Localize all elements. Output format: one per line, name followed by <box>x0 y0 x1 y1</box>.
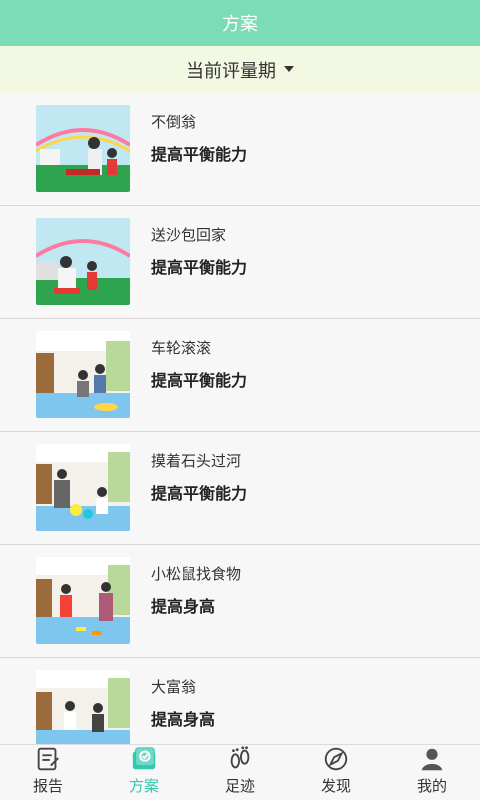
activity-title: 送沙包回家 <box>151 226 227 244</box>
list-item[interactable]: 大富翁 提高身高 <box>0 658 480 745</box>
plan-icon <box>132 747 156 770</box>
activity-goal: 提高平衡能力 <box>151 258 248 277</box>
activity-title: 车轮滚滚 <box>151 339 212 357</box>
activity-thumbnail <box>36 557 130 644</box>
plan-list[interactable]: 不倒翁 提高平衡能力 送沙包回家 提高平衡能力 车轮滚滚 提高平衡能力 摸着石头… <box>0 93 480 745</box>
activity-goal: 提高平衡能力 <box>151 371 248 390</box>
activity-thumbnail <box>36 331 130 418</box>
caret-down-icon <box>284 65 294 72</box>
activity-title: 摸着石头过河 <box>151 452 242 470</box>
profile-icon <box>421 748 443 771</box>
activity-title: 不倒翁 <box>151 113 197 131</box>
nav-label: 报告 <box>32 777 63 795</box>
period-selector-label: 当前评量期 <box>186 60 276 82</box>
activity-title: 小松鼠找食物 <box>151 565 242 583</box>
discover-icon <box>324 747 348 771</box>
activity-thumbnail <box>36 218 130 305</box>
activity-thumbnail <box>36 670 130 745</box>
nav-label: 足迹 <box>224 777 255 795</box>
nav-tab-profile[interactable]: 我的 <box>384 745 480 800</box>
list-item[interactable]: 小松鼠找食物 提高身高 <box>0 545 480 658</box>
bottom-navigation: 报告 方案 足迹 发现 我的 <box>0 744 480 800</box>
nav-label: 方案 <box>128 777 159 795</box>
nav-tab-report[interactable]: 报告 <box>0 745 96 800</box>
list-item[interactable]: 不倒翁 提高平衡能力 <box>0 93 480 206</box>
activity-goal: 提高身高 <box>151 597 216 616</box>
activity-goal: 提高身高 <box>151 710 216 729</box>
footprint-icon <box>230 746 250 769</box>
period-selector[interactable]: 当前评量期 <box>0 46 480 93</box>
nav-tab-footprint[interactable]: 足迹 <box>192 745 288 800</box>
nav-label: 我的 <box>416 777 447 795</box>
list-item[interactable]: 摸着石头过河 提高平衡能力 <box>0 432 480 545</box>
nav-tab-plan[interactable]: 方案 <box>96 745 192 800</box>
list-item[interactable]: 车轮滚滚 提高平衡能力 <box>0 319 480 432</box>
page-title: 方案 <box>222 14 258 35</box>
nav-tab-discover[interactable]: 发现 <box>288 745 384 800</box>
activity-title: 大富翁 <box>151 678 197 696</box>
activity-goal: 提高平衡能力 <box>151 145 248 164</box>
report-icon <box>37 747 59 771</box>
activity-thumbnail <box>36 444 130 531</box>
activity-thumbnail <box>36 105 130 192</box>
activity-goal: 提高平衡能力 <box>151 484 248 503</box>
title-bar: 方案 <box>0 0 480 46</box>
list-item[interactable]: 送沙包回家 提高平衡能力 <box>0 206 480 319</box>
nav-label: 发现 <box>320 777 351 795</box>
